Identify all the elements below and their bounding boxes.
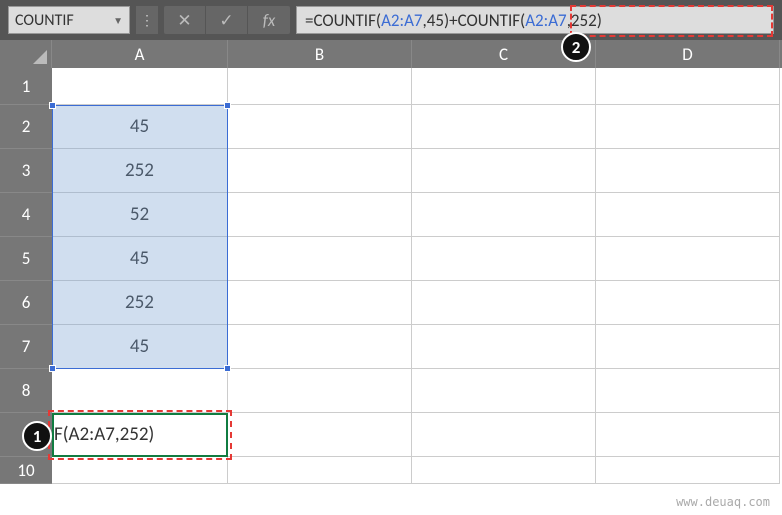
divider-icon: ⋮	[136, 6, 158, 34]
watermark: www.deuaq.com	[676, 495, 770, 509]
x-icon: ✕	[177, 10, 191, 31]
cell-B2[interactable]	[228, 105, 412, 149]
cell-D1[interactable]	[596, 68, 780, 105]
cell-D7[interactable]	[596, 325, 780, 369]
row-header-1[interactable]: 1	[0, 68, 52, 105]
cell-D2[interactable]	[596, 105, 780, 149]
column-header-D[interactable]: D	[596, 40, 780, 68]
cell-D6[interactable]	[596, 281, 780, 325]
column-header-row: A B C D	[0, 40, 782, 68]
cell-B4[interactable]	[228, 193, 412, 237]
name-box[interactable]: COUNTIF ▼	[8, 6, 130, 34]
grid-row: 10	[0, 457, 782, 484]
cell-D5[interactable]	[596, 237, 780, 281]
cell-B6[interactable]	[228, 281, 412, 325]
grid-row: 4 52	[0, 193, 782, 237]
cell-A2[interactable]: 45	[52, 105, 228, 149]
cell-B10[interactable]	[228, 457, 412, 484]
confirm-button[interactable]: ✓	[206, 6, 248, 34]
grid-row: 9 F(A2:A7,252)	[0, 413, 782, 457]
cell-A4[interactable]: 52	[52, 193, 228, 237]
triangle-icon	[33, 50, 47, 64]
spreadsheet-grid: A B C D 1 2 45 3 252 4 52 5 45	[0, 40, 782, 484]
cell-A10[interactable]	[52, 457, 228, 484]
column-header-B[interactable]: B	[228, 40, 412, 68]
cell-C7[interactable]	[412, 325, 596, 369]
formula-buttons: ✕ ✓ fx	[164, 6, 290, 34]
formula-text: =COUNTIF(A2:A7,45)+COUNTIF(A2:A7,252)	[305, 10, 602, 31]
cell-B7[interactable]	[228, 325, 412, 369]
fx-icon: fx	[263, 10, 276, 31]
cancel-button[interactable]: ✕	[164, 6, 206, 34]
cell-A7[interactable]: 45	[52, 325, 228, 369]
row-header-2[interactable]: 2	[0, 105, 52, 149]
name-box-value: COUNTIF	[15, 11, 74, 30]
grid-row: 1	[0, 68, 782, 105]
cell-C6[interactable]	[412, 281, 596, 325]
row-header-10[interactable]: 10	[0, 457, 52, 484]
cell-D3[interactable]	[596, 149, 780, 193]
cell-B1[interactable]	[228, 68, 412, 105]
row-header-8[interactable]: 8	[0, 369, 52, 413]
column-header-A[interactable]: A	[52, 40, 228, 68]
cell-A8[interactable]	[52, 369, 228, 413]
cell-B8[interactable]	[228, 369, 412, 413]
cell-B9[interactable]	[228, 413, 412, 457]
cell-A6[interactable]: 252	[52, 281, 228, 325]
cell-B3[interactable]	[228, 149, 412, 193]
cell-C1[interactable]	[412, 68, 596, 105]
select-all-corner[interactable]	[0, 40, 52, 68]
annotation-callout-1: 1	[22, 421, 52, 451]
row-header-7[interactable]: 7	[0, 325, 52, 369]
cell-C5[interactable]	[412, 237, 596, 281]
grid-row: 7 45	[0, 325, 782, 369]
check-icon: ✓	[219, 10, 233, 31]
grid-row: 2 45	[0, 105, 782, 149]
cell-C8[interactable]	[412, 369, 596, 413]
grid-row: 8	[0, 369, 782, 413]
cell-B5[interactable]	[228, 237, 412, 281]
cell-D10[interactable]	[596, 457, 780, 484]
grid-row: 5 45	[0, 237, 782, 281]
cell-A5[interactable]: 45	[52, 237, 228, 281]
row-header-3[interactable]: 3	[0, 149, 52, 193]
formula-bar[interactable]: =COUNTIF(A2:A7,45)+COUNTIF(A2:A7,252)	[296, 6, 774, 34]
chevron-down-icon[interactable]: ▼	[113, 14, 123, 27]
cell-A3[interactable]: 252	[52, 149, 228, 193]
cell-A1[interactable]	[52, 68, 228, 105]
fx-button[interactable]: fx	[248, 6, 290, 34]
row-header-4[interactable]: 4	[0, 193, 52, 237]
cell-D9[interactable]	[596, 413, 780, 457]
grid-row: 3 252	[0, 149, 782, 193]
cell-C4[interactable]	[412, 193, 596, 237]
cell-C10[interactable]	[412, 457, 596, 484]
row-header-6[interactable]: 6	[0, 281, 52, 325]
cell-C9[interactable]	[412, 413, 596, 457]
row-header-5[interactable]: 5	[0, 237, 52, 281]
annotation-callout-2: 2	[561, 32, 591, 62]
formula-toolbar: COUNTIF ▼ ⋮ ✕ ✓ fx =COUNTIF(A2:A7,45)+CO…	[0, 0, 782, 40]
cell-A9[interactable]: F(A2:A7,252)	[52, 413, 228, 457]
grid-row: 6 252	[0, 281, 782, 325]
cell-C2[interactable]	[412, 105, 596, 149]
cell-C3[interactable]	[412, 149, 596, 193]
cell-D8[interactable]	[596, 369, 780, 413]
cell-D4[interactable]	[596, 193, 780, 237]
